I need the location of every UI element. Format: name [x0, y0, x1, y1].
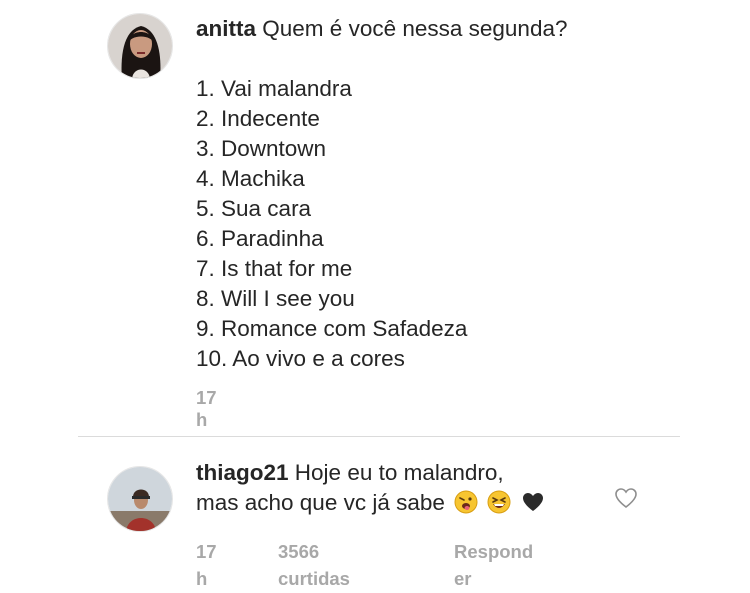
list-item: 1. Vai malandra: [196, 76, 352, 101]
list-item: 2. Indecente: [196, 106, 320, 131]
reply-line-2: mas acho que vc já sabe: [196, 488, 596, 522]
reply-text-block: thiago21 Hoje eu to malandro, mas acho q…: [196, 458, 596, 522]
list-item: 4. Machika: [196, 166, 305, 191]
post-caption-line: anitta Quem é você nessa segunda?: [196, 14, 716, 44]
grinning-squinting-face-icon: [487, 490, 511, 522]
avatar-image: [108, 467, 172, 531]
black-heart-icon: [521, 490, 545, 522]
like-heart-icon[interactable]: [613, 486, 639, 510]
reply-likes-count[interactable]: 3566 curtidas: [278, 538, 350, 592]
avatar-anitta[interactable]: [107, 13, 173, 79]
avatar-image: [108, 14, 172, 78]
face-with-tongue-winking-icon: [454, 490, 478, 522]
list-item: 8. Will I see you: [196, 286, 355, 311]
divider: [78, 436, 680, 437]
list-item: 7. Is that for me: [196, 256, 353, 281]
post-username[interactable]: anitta: [196, 16, 256, 41]
list-item: 5. Sua cara: [196, 196, 312, 221]
reply-text-line2: mas acho que vc já sabe: [196, 490, 445, 515]
reply-button-label-part1: Respond: [454, 541, 534, 562]
reply-button-label-part2: er: [454, 568, 472, 589]
reply-timestamp: 17 h: [196, 541, 217, 589]
avatar-thiago21[interactable]: [107, 466, 173, 532]
reply-line-1: thiago21 Hoje eu to malandro,: [196, 458, 596, 488]
post-timestamp: 17 h: [196, 387, 217, 430]
reply-text-line1: Hoje eu to malandro,: [294, 460, 504, 485]
reply-button[interactable]: Respond er: [454, 538, 554, 592]
post-caption-text: Quem é você nessa segunda?: [262, 16, 568, 41]
list-item: 3. Downtown: [196, 136, 327, 161]
list-item: 6. Paradinha: [196, 226, 324, 251]
reply-username[interactable]: thiago21: [196, 460, 289, 485]
list-item: 10. Ao vivo e a cores: [196, 346, 405, 371]
post-text-block: anitta Quem é você nessa segunda? 1. Vai…: [196, 14, 716, 374]
song-list: 1. Vai malandra 2. Indecente 3. Downtown…: [196, 74, 716, 374]
list-item: 9. Romance com Safadeza: [196, 316, 468, 341]
